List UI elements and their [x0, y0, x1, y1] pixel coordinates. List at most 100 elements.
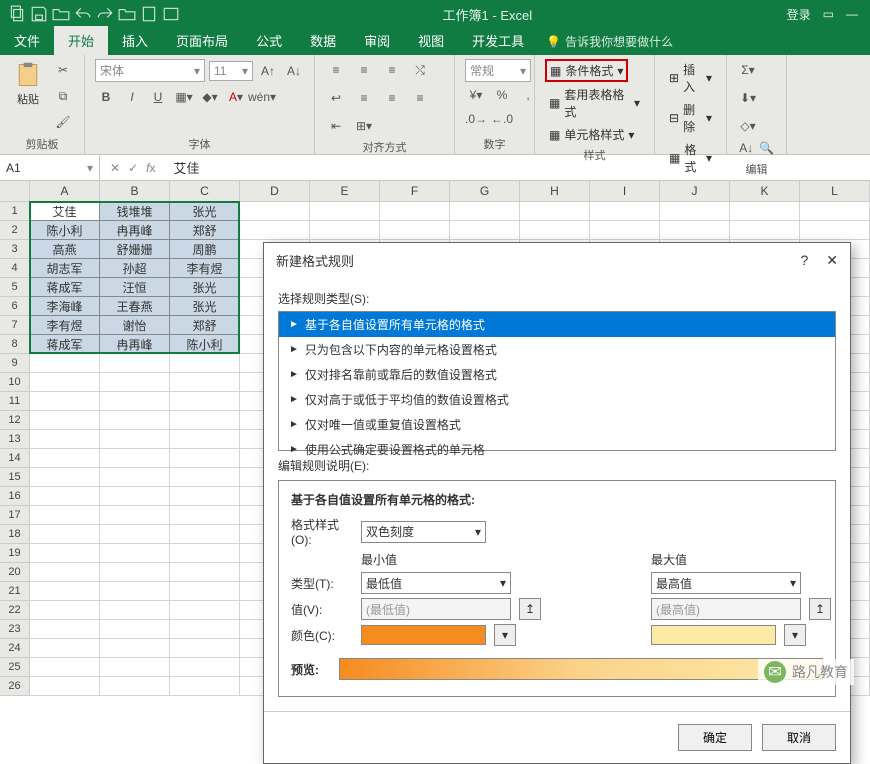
row-header[interactable]: 9	[0, 354, 30, 373]
format-style-select[interactable]: 双色刻度▾	[361, 521, 486, 543]
cell[interactable]: 王春燕	[100, 297, 170, 316]
cell[interactable]	[100, 430, 170, 449]
row-header[interactable]: 19	[0, 544, 30, 563]
number-format-combo[interactable]: 常规▾	[465, 59, 531, 82]
row-header[interactable]: 18	[0, 525, 30, 544]
tab-file[interactable]: 文件	[0, 26, 54, 55]
font-size-combo[interactable]: 11▾	[209, 61, 253, 81]
cell[interactable]	[660, 221, 730, 240]
cell[interactable]: 冉再峰	[100, 221, 170, 240]
cell[interactable]: 汪恒	[100, 278, 170, 297]
column-header[interactable]: C	[170, 181, 240, 201]
cancel-button[interactable]: 取消	[762, 724, 836, 751]
close-icon[interactable]: ✕	[826, 252, 838, 269]
tab-formula[interactable]: 公式	[242, 26, 296, 55]
cell[interactable]	[30, 449, 100, 468]
column-header[interactable]: H	[520, 181, 590, 201]
sort-icon[interactable]: A↓	[737, 137, 756, 159]
row-header[interactable]: 22	[0, 601, 30, 620]
tell-me[interactable]: 💡 告诉我你想要做什么	[538, 28, 681, 55]
cell[interactable]	[310, 202, 380, 221]
cell[interactable]	[170, 601, 240, 620]
cell[interactable]: 郑舒	[170, 221, 240, 240]
autosum-icon[interactable]: Σ▾	[737, 59, 759, 81]
cell[interactable]: 胡志军	[30, 259, 100, 278]
align-left-icon[interactable]: ≡	[353, 87, 375, 109]
align-right-icon[interactable]: ≡	[409, 87, 431, 109]
format-painter-icon[interactable]: 🖌	[52, 111, 74, 133]
login-link[interactable]: 登录	[787, 6, 811, 23]
cell[interactable]	[100, 525, 170, 544]
cell[interactable]	[30, 525, 100, 544]
row-header[interactable]: 1	[0, 202, 30, 221]
cell[interactable]	[170, 411, 240, 430]
row-header[interactable]: 15	[0, 468, 30, 487]
cell[interactable]	[170, 658, 240, 677]
cell[interactable]	[730, 221, 800, 240]
cancel-formula-icon[interactable]: ✕	[110, 161, 120, 175]
cell[interactable]	[30, 601, 100, 620]
min-value-input[interactable]: (最低值)	[361, 598, 511, 620]
column-header[interactable]: B	[100, 181, 170, 201]
cell[interactable]	[590, 221, 660, 240]
cell[interactable]	[30, 620, 100, 639]
cell[interactable]	[30, 544, 100, 563]
tab-insert[interactable]: 插入	[108, 26, 162, 55]
cell[interactable]	[30, 392, 100, 411]
rule-type-item[interactable]: ►基于各自值设置所有单元格的格式	[279, 312, 835, 337]
cell[interactable]	[590, 202, 660, 221]
fx-icon[interactable]: fx	[146, 161, 155, 175]
currency-icon[interactable]: ¥▾	[465, 84, 487, 106]
cell[interactable]	[100, 544, 170, 563]
orientation-icon[interactable]: ⤭	[409, 59, 431, 81]
tab-data[interactable]: 数据	[296, 26, 350, 55]
name-box[interactable]: A1▾	[0, 155, 100, 180]
cell[interactable]	[170, 620, 240, 639]
row-header[interactable]: 7	[0, 316, 30, 335]
cell[interactable]	[100, 563, 170, 582]
cell[interactable]: 蒋成军	[30, 335, 100, 354]
cell[interactable]	[100, 620, 170, 639]
cell[interactable]	[450, 221, 520, 240]
cell[interactable]	[30, 487, 100, 506]
row-header[interactable]: 10	[0, 373, 30, 392]
row-header[interactable]: 13	[0, 430, 30, 449]
cell[interactable]: 陈小利	[170, 335, 240, 354]
cell[interactable]	[170, 582, 240, 601]
cell[interactable]	[170, 373, 240, 392]
rule-type-list[interactable]: ►基于各自值设置所有单元格的格式 ►只为包含以下内容的单元格设置格式 ►仅对排名…	[278, 311, 836, 451]
cell[interactable]: 李有煜	[170, 259, 240, 278]
font-name-combo[interactable]: 宋体▾	[95, 59, 205, 82]
cell[interactable]	[100, 582, 170, 601]
tab-dev[interactable]: 开发工具	[458, 26, 538, 55]
cell[interactable]	[30, 582, 100, 601]
inc-decimal-icon[interactable]: .0→	[465, 108, 487, 130]
cell[interactable]	[170, 563, 240, 582]
row-header[interactable]: 20	[0, 563, 30, 582]
cell[interactable]	[170, 468, 240, 487]
row-header[interactable]: 3	[0, 240, 30, 259]
row-header[interactable]: 14	[0, 449, 30, 468]
cell[interactable]	[100, 487, 170, 506]
cell[interactable]	[800, 202, 870, 221]
phonetic-button[interactable]: wén▾	[251, 86, 273, 108]
min-color-dropdown[interactable]: ▾	[494, 624, 516, 646]
row-header[interactable]: 11	[0, 392, 30, 411]
row-header[interactable]: 26	[0, 677, 30, 696]
select-all-corner[interactable]	[0, 181, 30, 202]
cell[interactable]	[30, 658, 100, 677]
column-header[interactable]: L	[800, 181, 870, 201]
cell[interactable]: 孙超	[100, 259, 170, 278]
cell[interactable]: 陈小利	[30, 221, 100, 240]
cell[interactable]	[170, 677, 240, 696]
find-icon[interactable]: 🔍	[758, 137, 777, 159]
cell[interactable]	[100, 677, 170, 696]
ok-button[interactable]: 确定	[678, 724, 752, 751]
enter-formula-icon[interactable]: ✓	[128, 161, 138, 175]
cell[interactable]	[660, 202, 730, 221]
align-top-icon[interactable]: ≡	[325, 59, 347, 81]
column-header[interactable]: K	[730, 181, 800, 201]
cell[interactable]	[170, 354, 240, 373]
formula-input[interactable]: 艾佳	[165, 158, 870, 177]
minimize-icon[interactable]: —	[846, 7, 858, 21]
